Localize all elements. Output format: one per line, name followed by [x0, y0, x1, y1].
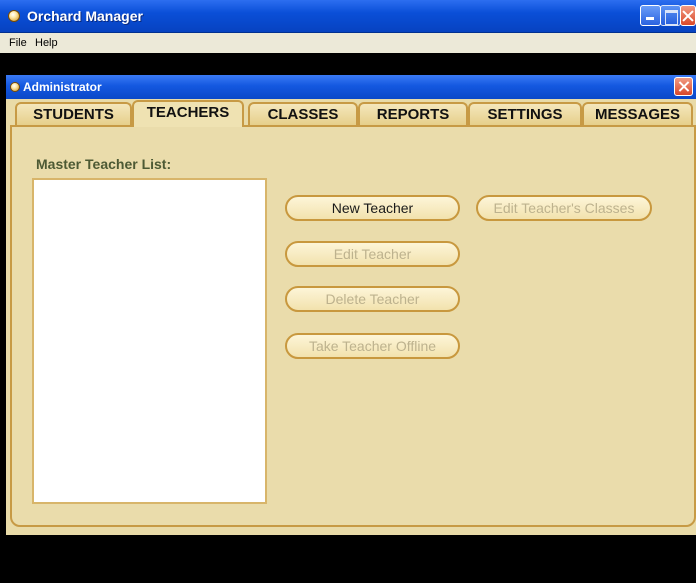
master-teacher-list-label: Master Teacher List:	[36, 156, 172, 172]
maximize-icon[interactable]	[660, 5, 681, 26]
new-teacher-button[interactable]: New Teacher	[285, 195, 460, 221]
menu-bar: File Help	[0, 33, 696, 53]
minimize-icon[interactable]	[640, 5, 661, 26]
menu-item-help[interactable]: Help	[35, 37, 58, 49]
administrator-window: Administrator STUDENTS TEACHERS CLASSES …	[6, 75, 696, 535]
tab-students[interactable]: STUDENTS	[15, 102, 132, 125]
app-title: Orchard Manager	[27, 8, 143, 24]
close-icon[interactable]	[680, 5, 696, 26]
edit-teacher-classes-button[interactable]: Edit Teacher's Classes	[476, 195, 652, 221]
app-titlebar[interactable]: Orchard Manager	[0, 0, 696, 33]
delete-teacher-button[interactable]: Delete Teacher	[285, 286, 460, 312]
tab-messages[interactable]: MESSAGES	[582, 102, 693, 125]
edit-teacher-button[interactable]: Edit Teacher	[285, 241, 460, 267]
menu-item-file[interactable]: File	[9, 37, 27, 49]
tab-classes[interactable]: CLASSES	[248, 102, 358, 125]
tab-settings[interactable]: SETTINGS	[468, 102, 582, 125]
administrator-title: Administrator	[23, 80, 102, 94]
app-logo-icon	[8, 10, 20, 22]
administrator-titlebar[interactable]: Administrator	[6, 75, 696, 99]
tab-reports[interactable]: REPORTS	[358, 102, 468, 125]
app-logo-icon	[10, 82, 20, 92]
close-icon[interactable]	[674, 77, 693, 96]
master-teacher-list[interactable]	[32, 178, 267, 504]
take-teacher-offline-button[interactable]: Take Teacher Offline	[285, 333, 460, 359]
tab-teachers[interactable]: TEACHERS	[132, 100, 244, 127]
